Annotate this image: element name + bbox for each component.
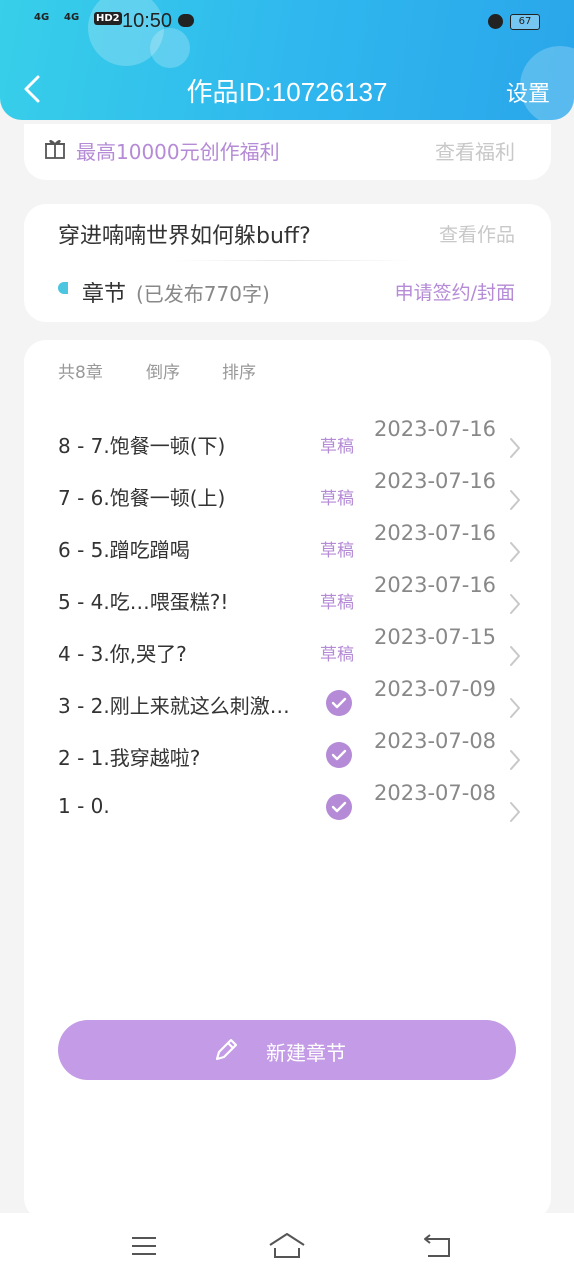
chapters-label: 章节 xyxy=(82,282,127,307)
chapter-date: 2023-07-16 xyxy=(374,417,497,441)
reverse-order-button[interactable]: 倒序 xyxy=(146,358,180,383)
hd-badge: HD2 xyxy=(94,12,122,25)
chapter-row[interactable]: 1 - 0. 2023-07-08 xyxy=(24,780,551,832)
alarm-icon xyxy=(488,14,503,29)
chapter-date: 2023-07-08 xyxy=(374,781,497,805)
new-chapter-label: 新建章节 xyxy=(266,1041,346,1065)
draft-badge: 草稿 xyxy=(320,645,354,665)
check-icon xyxy=(326,742,352,768)
check-icon xyxy=(326,690,352,716)
chapter-row[interactable]: 5 - 4.吃…喂蛋糕?! 草稿 2023-07-16 xyxy=(24,572,551,624)
signal-indicator: 4G xyxy=(64,12,80,23)
chapter-date: 2023-07-16 xyxy=(374,573,497,597)
gift-icon xyxy=(44,134,66,166)
chapter-date: 2023-07-09 xyxy=(374,677,497,701)
chapter-date: 2023-07-16 xyxy=(374,469,497,493)
chapter-title: 7 - 6.饱餐一顿(上) xyxy=(58,486,226,510)
promo-text: 最高10000元创作福利 xyxy=(76,140,280,164)
chapter-title: 1 - 0. xyxy=(58,794,110,818)
book-info-card: 穿进喃喃世界如何躲buff? 查看作品 章节 (已发布770字) 申请签约/封面 xyxy=(24,204,551,322)
chapter-title: 2 - 1.我穿越啦? xyxy=(58,746,201,770)
menu-icon[interactable] xyxy=(130,1231,158,1263)
draft-badge: 草稿 xyxy=(320,489,354,509)
check-icon xyxy=(326,794,352,820)
settings-button[interactable]: 设置 xyxy=(506,76,550,108)
new-chapter-button[interactable]: 新建章节 xyxy=(58,1020,516,1080)
chapter-list-card: 共8章 倒序 排序 8 - 7.饱餐一顿(下) 草稿 2023-07-16 7 - 6… xyxy=(24,340,551,1220)
chevron-right-icon xyxy=(508,488,522,516)
chapter-row[interactable]: 2 - 1.我穿越啦? 2023-07-08 xyxy=(24,728,551,780)
home-icon[interactable] xyxy=(268,1231,306,1265)
draft-badge: 草稿 xyxy=(320,437,354,457)
view-work-link[interactable]: 查看作品 xyxy=(439,220,515,247)
chapter-title: 8 - 7.饱餐一顿(下) xyxy=(58,434,226,458)
draft-badge: 草稿 xyxy=(320,593,354,613)
draft-badge: 草稿 xyxy=(320,541,354,561)
back-nav-icon[interactable] xyxy=(422,1231,454,1265)
chapter-title: 5 - 4.吃…喂蛋糕?! xyxy=(58,590,229,614)
divider xyxy=(174,260,414,261)
chapter-title: 4 - 3.你,哭了? xyxy=(58,642,187,666)
page-title: 作品ID:10726137 xyxy=(186,77,388,107)
signal-indicator: 4G xyxy=(34,12,50,23)
chevron-right-icon xyxy=(508,540,522,568)
system-nav-bar xyxy=(0,1213,574,1280)
chapter-title: 3 - 2.刚上来就这么刺激… xyxy=(58,694,290,718)
chapter-title: 6 - 5.蹭吃蹭喝 xyxy=(58,538,190,562)
chevron-right-icon xyxy=(508,644,522,672)
battery-icon: 67 xyxy=(510,14,540,30)
section-marker xyxy=(58,282,68,294)
app-header: 4G 4G HD2 10:50 67 作品ID:10726137 设置 xyxy=(0,0,574,120)
chevron-right-icon xyxy=(508,800,522,828)
book-title: 穿进喃喃世界如何躲buff? xyxy=(58,224,311,249)
chapter-date: 2023-07-16 xyxy=(374,521,497,545)
promo-card: 最高10000元创作福利 查看福利 xyxy=(24,124,551,180)
chevron-right-icon xyxy=(508,592,522,620)
view-benefits-link[interactable]: 查看福利 xyxy=(435,136,515,165)
chapter-row[interactable]: 6 - 5.蹭吃蹭喝 草稿 2023-07-16 xyxy=(24,520,551,572)
chapter-date: 2023-07-15 xyxy=(374,625,497,649)
pencil-icon xyxy=(212,1036,240,1068)
chevron-right-icon xyxy=(508,748,522,776)
chapter-date: 2023-07-08 xyxy=(374,729,497,753)
apply-contract-link[interactable]: 申请签约/封面 xyxy=(395,278,515,305)
chapter-row[interactable]: 3 - 2.刚上来就这么刺激… 2023-07-09 xyxy=(24,676,551,728)
chapter-row[interactable]: 8 - 7.饱餐一顿(下) 草稿 2023-07-16 xyxy=(24,416,551,468)
chapter-row[interactable]: 7 - 6.饱餐一顿(上) 草稿 2023-07-16 xyxy=(24,468,551,520)
sort-button[interactable]: 排序 xyxy=(222,358,256,383)
clock: 10:50 xyxy=(122,10,173,32)
chevron-right-icon xyxy=(508,696,522,724)
published-count: (已发布770字) xyxy=(136,282,270,306)
chevron-right-icon xyxy=(508,436,522,464)
message-icon xyxy=(178,14,194,27)
chapter-total: 共8章 xyxy=(58,363,103,383)
chapter-row[interactable]: 4 - 3.你,哭了? 草稿 2023-07-15 xyxy=(24,624,551,676)
status-bar: 4G 4G HD2 10:50 67 xyxy=(0,0,574,44)
